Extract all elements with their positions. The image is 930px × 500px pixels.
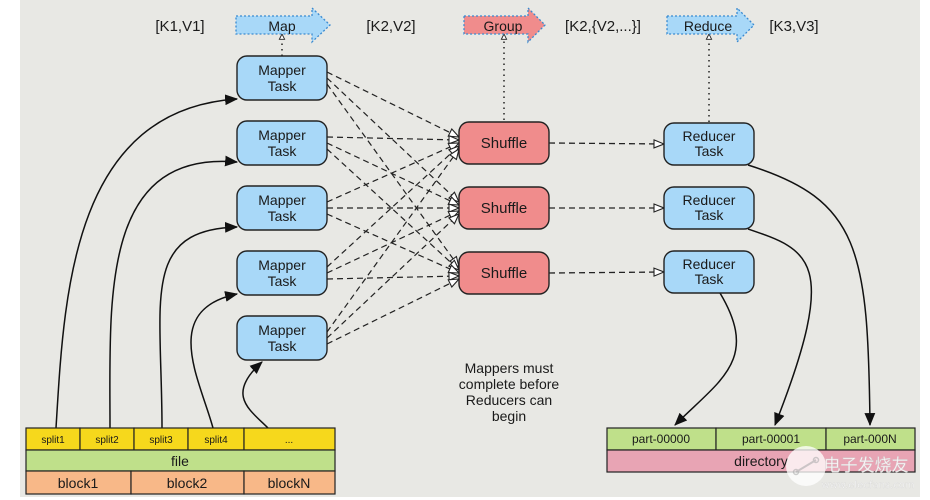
reducer-task: Reducer Task xyxy=(663,250,755,294)
note-line: begin xyxy=(492,408,526,424)
mapper-shuffle-edge xyxy=(326,71,459,137)
block-row: block1 block2 blockN xyxy=(25,470,336,495)
split-mapper-curve xyxy=(55,94,239,429)
reduce-stage-label: Reduce xyxy=(684,18,732,34)
directory-label: directory xyxy=(734,453,788,469)
reducer-label: Reducer xyxy=(683,128,736,144)
reducer-label: Reducer xyxy=(683,256,736,272)
split-label: split3 xyxy=(149,435,173,446)
input-kv-label: [K1,V1] xyxy=(155,18,204,35)
mapper-tasks: Mapper Task Mapper Task Mapper Task Mapp… xyxy=(236,55,328,361)
reducer-part-curve xyxy=(747,164,876,427)
mapper-label: Mapper xyxy=(258,322,306,338)
mapper-task: Mapper Task xyxy=(236,315,328,361)
split-mapper-curve xyxy=(109,155,239,429)
mapper-task: Mapper Task xyxy=(236,55,328,101)
note-line: Mappers must xyxy=(465,360,554,376)
mapper-label: Mapper xyxy=(258,62,306,78)
split-mapper-curves xyxy=(55,94,269,429)
diagram-canvas: [K1,V1] Map [K2,V2] Group [K2,{V2,...}] … xyxy=(20,0,920,497)
mapper-task: Mapper Task xyxy=(236,250,328,296)
shuffle-nodes: Shuffle Shuffle Shuffle xyxy=(458,121,550,295)
group-stage-label: Group xyxy=(484,18,523,34)
watermark-url: www.elecfans.com xyxy=(821,480,914,491)
mapper-label: Mapper xyxy=(258,127,306,143)
map-stage-label: Map xyxy=(268,18,295,34)
mapper-shuffle-edge xyxy=(326,279,459,345)
mapper-label: Task xyxy=(268,208,298,224)
reducer-tasks: Reducer Task Reducer Task Reducer Task xyxy=(663,122,755,294)
note-line: Reducers can xyxy=(466,392,552,408)
split-label: split1 xyxy=(41,435,65,446)
split-label: split2 xyxy=(95,435,119,446)
part-label: part-000N xyxy=(843,432,896,446)
mapper-label: Task xyxy=(268,78,298,94)
split-mapper-curve xyxy=(242,361,269,429)
mapper-label: Task xyxy=(268,273,298,289)
input-storage: split1 split2 split3 split4 ... file blo… xyxy=(25,427,336,495)
stage-dotted-links xyxy=(282,34,709,122)
reducer-part-curve xyxy=(747,228,813,427)
shuffle-node: Shuffle xyxy=(458,121,550,165)
split-row: split1 split2 split3 split4 ... xyxy=(25,427,336,451)
stage-header: [K1,V1] Map [K2,V2] Group [K2,{V2,...}] … xyxy=(155,6,819,44)
reducer-label: Reducer xyxy=(683,192,736,208)
reduce-output-kv-label: [K3,V3] xyxy=(769,18,818,35)
reducer-label: Task xyxy=(695,207,725,223)
block-label: block1 xyxy=(58,475,99,491)
mapper-shuffle-edge xyxy=(326,148,459,270)
shuffle-node: Shuffle xyxy=(458,251,550,295)
split-mapper-curve xyxy=(159,221,239,429)
mapper-shuffle-edge xyxy=(326,146,459,268)
watermark-title: 电子发烧友 xyxy=(824,456,909,476)
shuffle-node: Shuffle xyxy=(458,186,550,230)
shuffle-label: Shuffle xyxy=(481,265,527,282)
mapper-shuffle-edges xyxy=(326,71,459,345)
block-label: block2 xyxy=(167,475,208,491)
mapper-label: Mapper xyxy=(258,192,306,208)
shuffle-reducer-edge xyxy=(548,143,664,144)
reducer-label: Task xyxy=(695,143,725,159)
file-label: file xyxy=(171,453,189,469)
block-label: blockN xyxy=(268,475,311,491)
mapper-label: Task xyxy=(268,143,298,159)
shuffle-reducer-edge xyxy=(548,272,664,273)
mapper-label: Mapper xyxy=(258,257,306,273)
mapreduce-diagram: [K1,V1] Map [K2,V2] Group [K2,{V2,...}] … xyxy=(25,6,916,495)
split-label: split4 xyxy=(204,435,228,446)
split-label: ... xyxy=(285,435,293,446)
reducer-part-curve xyxy=(674,292,738,426)
mapper-task: Mapper Task xyxy=(236,120,328,166)
reducer-label: Task xyxy=(695,271,725,287)
shuffle-reducer-edges xyxy=(548,143,664,273)
note-line: complete before xyxy=(459,376,560,392)
part-label: part-00000 xyxy=(632,432,690,446)
reducer-task: Reducer Task xyxy=(663,186,755,230)
split-mapper-curve xyxy=(190,291,239,429)
map-output-kv-label: [K2,V2] xyxy=(366,18,415,35)
note-text: Mappers must complete before Reducers ca… xyxy=(459,360,560,424)
group-output-kv-label: [K2,{V2,...}] xyxy=(565,18,641,35)
shuffle-label: Shuffle xyxy=(481,135,527,152)
shuffle-label: Shuffle xyxy=(481,200,527,217)
part-label: part-00001 xyxy=(742,432,800,446)
mapper-label: Task xyxy=(268,338,298,354)
reducer-task: Reducer Task xyxy=(663,122,755,166)
mapper-task: Mapper Task xyxy=(236,185,328,231)
